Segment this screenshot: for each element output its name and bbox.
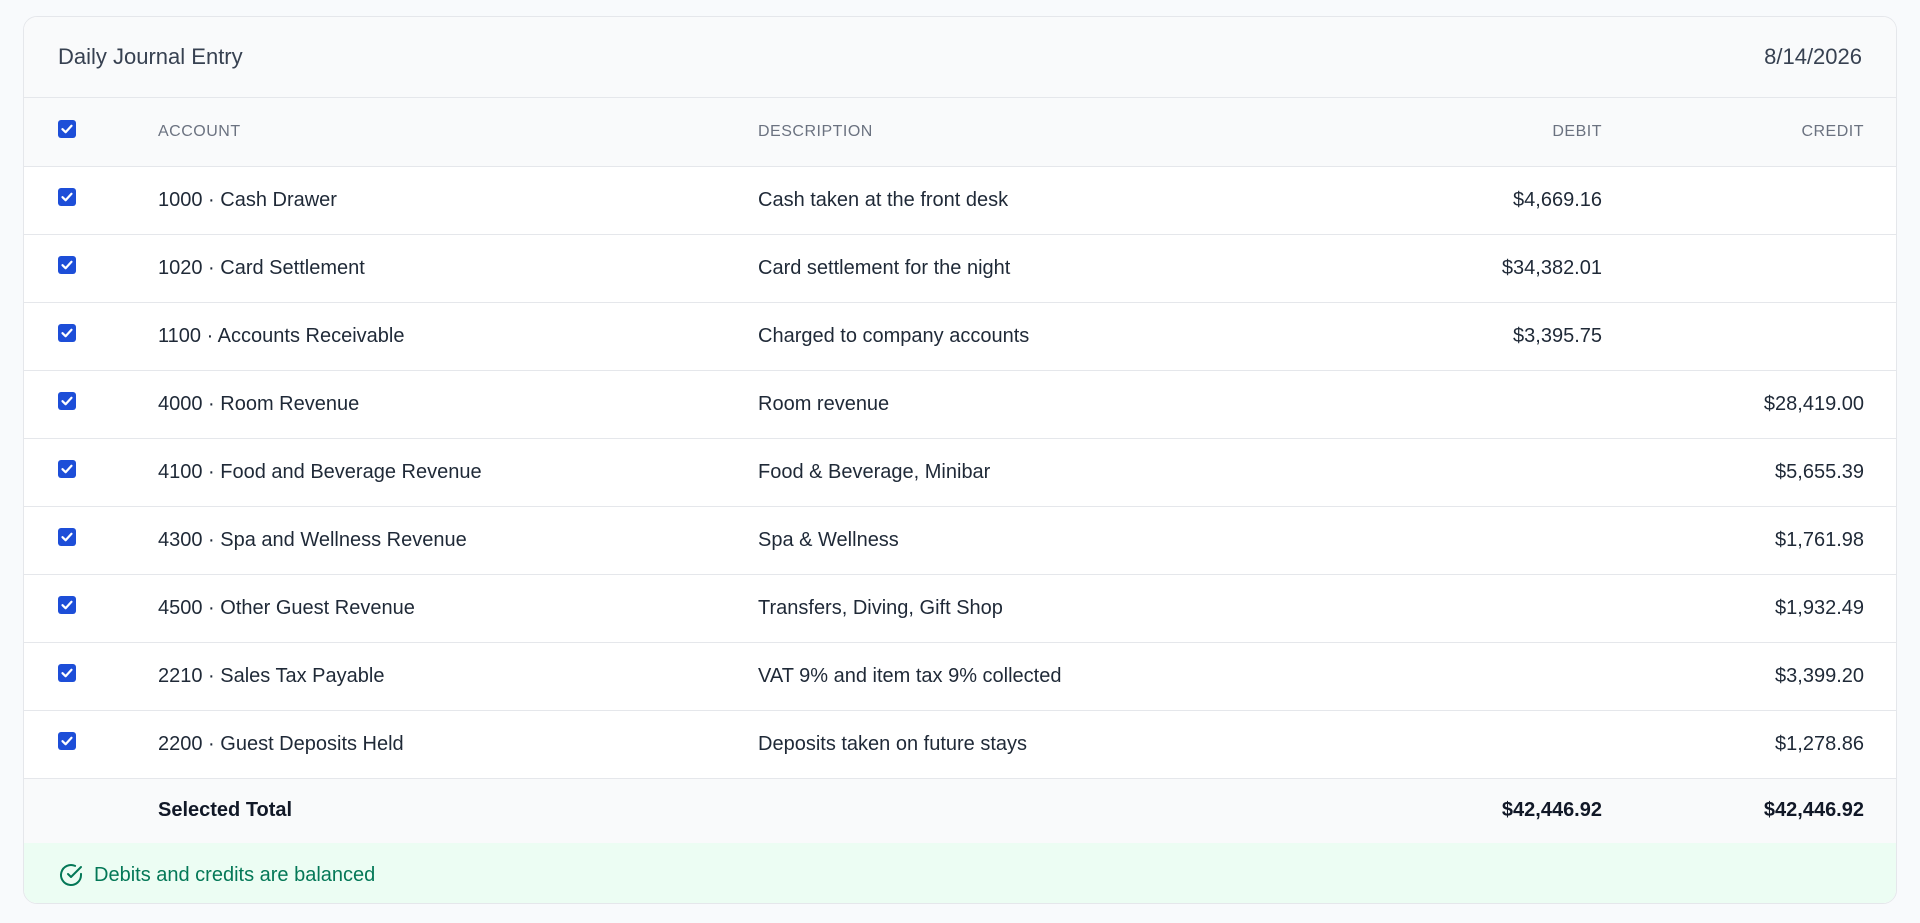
row-checkbox[interactable] (58, 324, 76, 343)
row-debit (1358, 710, 1602, 779)
table-row[interactable]: 1100 · Accounts Receivable Charged to com… (24, 302, 1896, 371)
row-checkbox-cell (24, 574, 158, 643)
row-checkbox-cell (24, 438, 158, 507)
column-header-description[interactable]: DESCRIPTION (758, 98, 1358, 167)
table-row[interactable]: 2210 · Sales Tax Payable VAT 9% and item … (24, 642, 1896, 711)
table-row[interactable]: 4000 · Room Revenue Room revenue $28,419.0… (24, 370, 1896, 439)
select-all-cell (24, 98, 158, 167)
page-title: Daily Journal Entry (58, 44, 243, 69)
row-debit (1358, 438, 1602, 507)
row-credit (1602, 302, 1896, 371)
row-checkbox-cell (24, 642, 158, 711)
row-credit: $1,761.98 (1602, 506, 1896, 575)
total-debit: $42,446.92 (1501, 799, 1602, 822)
row-checkbox[interactable] (58, 732, 76, 751)
journal-entry-card: Daily Journal Entry 8/14/2026 ACCOUNT DE… (23, 16, 1897, 904)
row-credit: $5,655.39 (1602, 438, 1896, 507)
table-header-row: ACCOUNT DESCRIPTION DEBIT CREDIT (24, 98, 1896, 167)
row-debit (1358, 506, 1602, 575)
row-checkbox[interactable] (58, 596, 76, 615)
row-credit: $3,399.20 (1602, 642, 1896, 711)
row-debit: $3,395.75 (1358, 302, 1602, 371)
total-credit: $42,446.92 (1763, 799, 1864, 822)
row-account: 4300 · Spa and Wellness Revenue (158, 506, 758, 575)
row-checkbox[interactable] (58, 188, 76, 207)
table-row[interactable]: 1000 · Cash Drawer Cash taken at the fron… (24, 166, 1896, 235)
row-checkbox-cell (24, 302, 158, 371)
row-checkbox[interactable] (58, 528, 76, 547)
card-header: Daily Journal Entry 8/14/2026 (24, 17, 1896, 98)
row-checkbox[interactable] (58, 664, 76, 683)
entry-date: 8/14/2026 (1764, 44, 1862, 69)
row-description: VAT 9% and item tax 9% collected (758, 642, 1358, 711)
row-account: 1020 · Card Settlement (158, 234, 758, 303)
row-checkbox-cell (24, 710, 158, 779)
totals-empty-desc (758, 778, 1358, 843)
row-debit (1358, 574, 1602, 643)
table-row[interactable]: 4300 · Spa and Wellness Revenue Spa & Wel… (24, 506, 1896, 575)
row-debit: $4,669.16 (1358, 166, 1602, 235)
row-description: Cash taken at the front desk (758, 166, 1358, 235)
row-account: 4000 · Room Revenue (158, 370, 758, 439)
column-header-account[interactable]: ACCOUNT (158, 98, 758, 167)
row-debit: $34,382.01 (1358, 234, 1602, 303)
row-debit (1358, 370, 1602, 439)
check-circle-icon (58, 862, 84, 888)
row-credit: $28,419.00 (1602, 370, 1896, 439)
row-description: Spa & Wellness (758, 506, 1358, 575)
row-credit (1602, 234, 1896, 303)
table-row[interactable]: 4100 · Food and Beverage Revenue Food & B… (24, 438, 1896, 507)
balance-status-text: Debits and credits are balanced (94, 863, 376, 886)
row-checkbox[interactable] (58, 392, 76, 411)
row-description: Deposits taken on future stays (758, 710, 1358, 779)
journal-table: ACCOUNT DESCRIPTION DEBIT CREDIT 1000 · … (24, 98, 1896, 843)
row-account: 4100 · Food and Beverage Revenue (158, 438, 758, 507)
balance-status: Debits and credits are balanced (24, 843, 1896, 903)
row-account: 1100 · Accounts Receivable (158, 302, 758, 371)
row-checkbox-cell (24, 370, 158, 439)
totals-empty-cell (24, 778, 158, 843)
select-all-checkbox[interactable] (58, 119, 76, 138)
column-header-credit[interactable]: CREDIT (1602, 98, 1896, 167)
totals-label: Selected Total (158, 799, 293, 822)
row-description: Charged to company accounts (758, 302, 1358, 371)
table-row[interactable]: 4500 · Other Guest Revenue Transfers, Div… (24, 574, 1896, 643)
row-account: 2200 · Guest Deposits Held (158, 710, 758, 779)
column-header-debit[interactable]: DEBIT (1358, 98, 1602, 167)
table-row[interactable]: 2200 · Guest Deposits Held Deposits taken… (24, 710, 1896, 779)
row-credit: $1,932.49 (1602, 574, 1896, 643)
row-credit: $1,278.86 (1602, 710, 1896, 779)
row-account: 4500 · Other Guest Revenue (158, 574, 758, 643)
row-description: Room revenue (758, 370, 1358, 439)
row-description: Food & Beverage, Minibar (758, 438, 1358, 507)
row-description: Transfers, Diving, Gift Shop (758, 574, 1358, 643)
row-checkbox[interactable] (58, 256, 76, 275)
row-checkbox-cell (24, 166, 158, 235)
row-description: Card settlement for the night (758, 234, 1358, 303)
row-account: 2210 · Sales Tax Payable (158, 642, 758, 711)
row-checkbox[interactable] (58, 460, 76, 479)
table-row[interactable]: 1020 · Card Settlement Card settlement fo… (24, 234, 1896, 303)
row-checkbox-cell (24, 506, 158, 575)
row-credit (1602, 166, 1896, 235)
row-debit (1358, 642, 1602, 711)
row-checkbox-cell (24, 234, 158, 303)
totals-row: Selected Total $42,446.92 $42,446.92 (24, 778, 1896, 843)
row-account: 1000 · Cash Drawer (158, 166, 758, 235)
